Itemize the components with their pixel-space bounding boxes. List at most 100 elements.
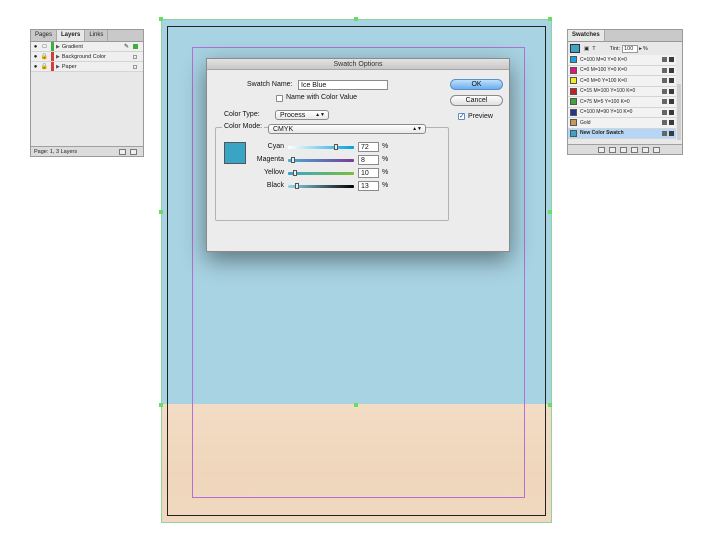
target-square-icon[interactable] xyxy=(133,54,137,59)
trash-icon[interactable] xyxy=(652,146,660,153)
swatch-row[interactable]: Gold xyxy=(568,118,676,129)
trash-icon[interactable] xyxy=(130,148,137,155)
process-color-icon xyxy=(662,109,667,115)
lock-empty-icon[interactable]: □ xyxy=(40,44,49,50)
scrollbar[interactable] xyxy=(677,84,681,140)
name-with-color-value-checkbox[interactable] xyxy=(276,95,283,102)
process-color-icon xyxy=(662,78,667,84)
cancel-button[interactable]: Cancel xyxy=(450,95,503,106)
selection-handle[interactable] xyxy=(159,210,163,214)
swatch-color-chip xyxy=(570,108,577,116)
tint-input[interactable]: 100 xyxy=(622,44,639,53)
layer-row-background-color[interactable]: ● 🔒 ▶ Background Color xyxy=(31,52,143,62)
channel-label: Cyan xyxy=(267,143,284,150)
target-square-icon[interactable] xyxy=(133,64,137,69)
selection-handle[interactable] xyxy=(548,210,552,214)
channel-row-yellow: Yellow 10% xyxy=(216,168,448,180)
swatch-row[interactable]: C=0 M=100 Y=0 K=0 xyxy=(568,65,676,76)
tab-links[interactable]: Links xyxy=(85,30,109,41)
swatch-name: C=15 M=100 Y=100 K=0 xyxy=(580,88,636,95)
lock-icon[interactable]: 🔒 xyxy=(40,63,49,70)
lock-icon[interactable]: 🔒 xyxy=(40,53,49,60)
channel-label: Yellow xyxy=(264,169,284,176)
disclosure-triangle-icon[interactable]: ▶ xyxy=(56,44,60,50)
swatch-row[interactable]: C=75 M=5 Y=100 K=0 xyxy=(568,97,676,108)
text-icon[interactable]: T xyxy=(592,46,595,52)
eye-icon[interactable]: ● xyxy=(31,44,40,50)
layers-panel-footer: Page: 1, 3 Layers xyxy=(31,146,143,156)
channel-slider-thumb[interactable] xyxy=(334,144,338,150)
color-type-value: Process xyxy=(280,112,306,119)
show-gradient-icon[interactable] xyxy=(619,146,627,153)
color-mode-group: Color Mode: CMYK ▲▼ Cyan 72% Magenta 8% Yell… xyxy=(215,123,449,221)
swatch-row[interactable]: C=0 M=0 Y=100 K=0 xyxy=(568,76,676,87)
selection-handle[interactable] xyxy=(548,17,552,21)
swatch-name: C=75 M=5 Y=100 K=0 xyxy=(580,98,630,105)
container-icon[interactable]: ▣ xyxy=(584,46,589,52)
channel-slider-track[interactable] xyxy=(288,159,354,162)
tint-arrow-icon[interactable]: ▸ xyxy=(639,46,642,52)
swatch-color-chip xyxy=(570,66,577,74)
dialog-title: Swatch Options xyxy=(207,59,509,70)
show-all-icon[interactable] xyxy=(597,146,605,153)
swatch-name-input[interactable]: Ice Blue xyxy=(298,80,388,90)
ok-button[interactable]: OK xyxy=(450,79,503,90)
channel-slider-track[interactable] xyxy=(288,172,354,175)
disclosure-triangle-icon[interactable]: ▶ xyxy=(56,64,60,70)
swatches-panel: Swatches ▣ T Tint: 100 ▸ % C=100 M=0 Y=0… xyxy=(567,29,683,155)
show-color-icon[interactable] xyxy=(608,146,616,153)
eye-icon[interactable]: ● xyxy=(31,64,40,70)
channel-value-input[interactable]: 10 xyxy=(358,168,379,178)
eye-icon[interactable]: ● xyxy=(31,54,40,60)
cmyk-mode-icon xyxy=(669,67,674,73)
tab-swatches[interactable]: Swatches xyxy=(568,30,605,41)
tab-layers[interactable]: Layers xyxy=(57,30,86,41)
new-swatch-icon[interactable] xyxy=(641,146,649,153)
process-color-icon xyxy=(662,57,667,63)
swatch-row[interactable]: New Color Swatch xyxy=(568,128,676,139)
swatch-row[interactable]: C=100 M=0 Y=0 K=0 xyxy=(568,55,676,66)
tab-pages[interactable]: Pages xyxy=(31,30,58,41)
percent-label: % xyxy=(382,156,389,163)
channel-label: Black xyxy=(266,182,284,189)
process-color-icon xyxy=(662,99,667,105)
layers-panel: Pages Layers Links ● □ ▶ Gradient ✎ ● 🔒 … xyxy=(30,29,144,157)
layer-row-paper[interactable]: ● 🔒 ▶ Paper xyxy=(31,62,143,72)
layer-name: Gradient xyxy=(61,43,83,50)
cmyk-mode-icon xyxy=(669,120,674,126)
selection-handle[interactable] xyxy=(159,403,163,407)
color-mode-select[interactable]: CMYK ▲▼ xyxy=(268,124,426,134)
fill-stroke-icon[interactable] xyxy=(570,44,580,53)
new-layer-icon[interactable] xyxy=(119,148,126,155)
channel-slider-thumb[interactable] xyxy=(291,157,295,163)
cmyk-mode-icon xyxy=(669,57,674,63)
layer-row-gradient[interactable]: ● □ ▶ Gradient ✎ xyxy=(31,42,143,52)
disclosure-triangle-icon[interactable]: ▶ xyxy=(56,54,60,60)
swatch-color-chip xyxy=(570,119,577,127)
layers-status-text: Page: 1, 3 Layers xyxy=(34,148,78,155)
swatch-row[interactable]: C=100 M=90 Y=10 K=0 xyxy=(568,107,676,118)
selection-handle[interactable] xyxy=(354,403,358,407)
selection-handle[interactable] xyxy=(548,403,552,407)
channel-slider-thumb[interactable] xyxy=(295,183,299,189)
channel-value-input[interactable]: 8 xyxy=(358,155,379,165)
color-type-label: Color Type: xyxy=(224,111,260,118)
new-group-icon[interactable] xyxy=(630,146,638,153)
color-type-select[interactable]: Process ▲▼ xyxy=(275,110,329,120)
name-with-color-value-label: Name with Color Value xyxy=(286,94,358,101)
selection-handle[interactable] xyxy=(159,17,163,21)
cmyk-mode-icon xyxy=(669,109,674,115)
channel-value-input[interactable]: 72 xyxy=(358,142,379,152)
selected-object-icon[interactable] xyxy=(133,44,138,49)
channel-value-input[interactable]: 13 xyxy=(358,181,379,191)
tint-label: Tint: xyxy=(609,45,621,52)
preview-checkbox[interactable]: ✓ xyxy=(458,113,465,120)
channel-slider-thumb[interactable] xyxy=(293,170,297,176)
swatch-name: C=0 M=0 Y=100 K=0 xyxy=(580,77,627,84)
swatch-name: C=100 M=90 Y=10 K=0 xyxy=(580,109,633,116)
percent-label: % xyxy=(382,143,389,150)
chevron-updown-icon: ▲▼ xyxy=(315,112,325,118)
channel-slider-track[interactable] xyxy=(288,146,354,149)
swatch-row[interactable]: C=15 M=100 Y=100 K=0 xyxy=(568,86,676,97)
selection-handle[interactable] xyxy=(354,17,358,21)
